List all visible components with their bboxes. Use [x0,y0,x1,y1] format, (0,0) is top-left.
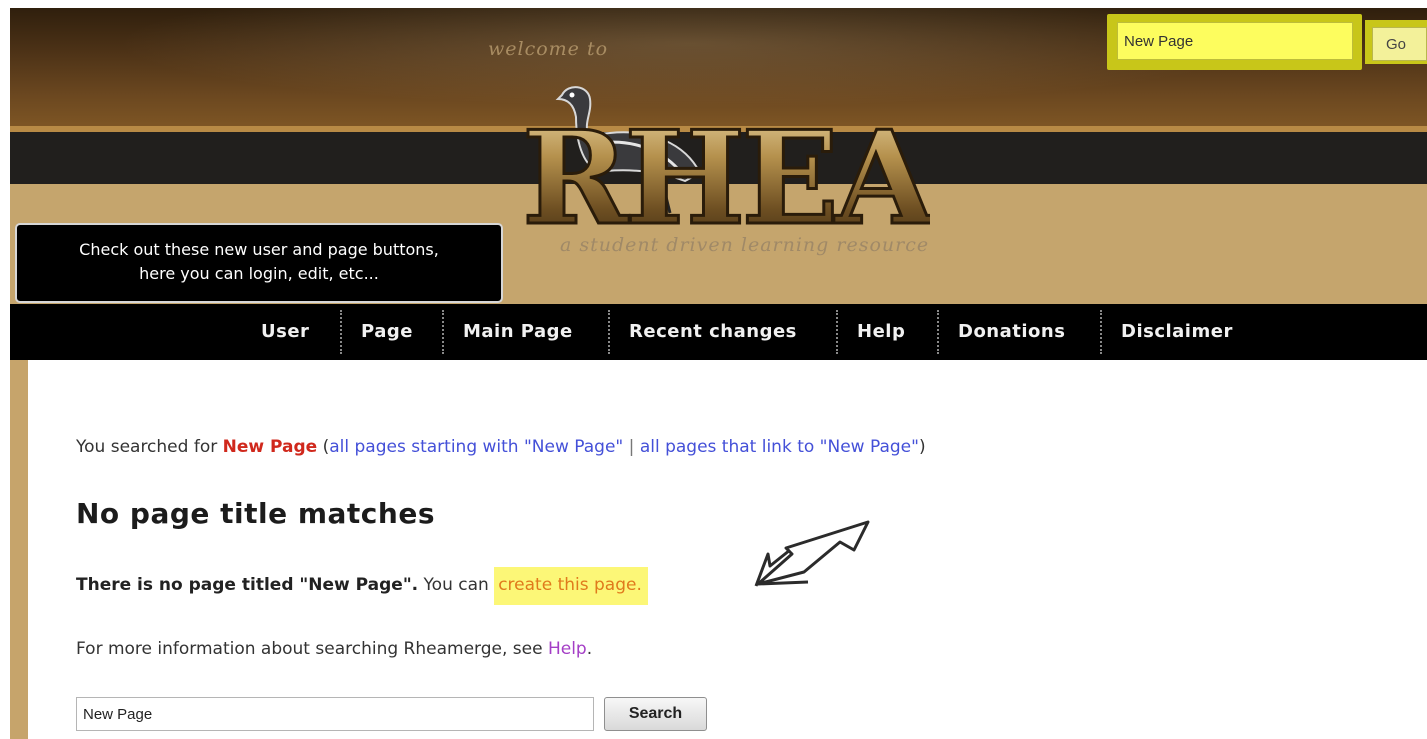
arrow-pointer-icon [754,520,870,587]
nav-separator [937,310,939,354]
nav-separator [1100,310,1102,354]
create-page-link[interactable]: create this page. [498,575,642,595]
tooltip-line-1: Check out these new user and page button… [79,240,439,259]
you-can-text: You can [423,575,489,595]
paren-close: ) [918,437,926,457]
more-info-prefix: For more information about searching Rhe… [76,639,543,659]
create-link-highlight: create this page. [494,567,648,605]
logo-text: RHEA [522,104,930,238]
separator-pipe: | [628,437,635,457]
search-term: New Page [222,437,318,457]
search-summary: You searched for New Page (all pages sta… [76,437,926,457]
more-info-suffix: . [586,639,593,659]
tooltip-line-2: here you can login, edit, etc... [139,264,379,283]
go-button[interactable]: Go [1372,27,1427,61]
help-tooltip: Check out these new user and page button… [15,223,503,303]
nav-separator [340,310,342,354]
welcome-text: welcome to [488,38,609,60]
rhea-logo[interactable]: RHEA [510,73,930,238]
search-input[interactable] [76,697,594,731]
nav-separator [608,310,610,354]
searched-prefix: You searched for [76,437,218,457]
tagline: a student driven learning resource [560,234,930,256]
search-button[interactable]: Search [604,697,707,731]
help-link[interactable]: Help [548,639,587,659]
nav-separator [442,310,444,354]
nav-item-help[interactable]: Help [857,304,905,360]
nav-item-disclaimer[interactable]: Disclaimer [1121,304,1233,360]
main-nav: User Page Main Page Recent changes Help … [10,304,1427,360]
link-pages-linking-to[interactable]: all pages that link to "New Page" [640,437,919,457]
nav-item-user[interactable]: User [261,304,309,360]
link-pages-starting-with[interactable]: all pages starting with "New Page" [329,437,623,457]
no-page-bold: There is no page titled "New Page". [76,575,419,595]
more-info-message: For more information about searching Rhe… [76,639,592,659]
nav-item-main-page[interactable]: Main Page [463,304,573,360]
header-search-input[interactable] [1117,22,1353,60]
nav-item-donations[interactable]: Donations [958,304,1065,360]
nav-item-page[interactable]: Page [361,304,413,360]
page-title: No page title matches [76,497,435,530]
page: welcome to RHEA a student driven learnin… [0,0,1427,739]
content-left-bar [10,360,28,739]
nav-separator [836,310,838,354]
no-page-message: There is no page titled "New Page". You … [76,567,648,605]
nav-item-recent-changes[interactable]: Recent changes [629,304,797,360]
